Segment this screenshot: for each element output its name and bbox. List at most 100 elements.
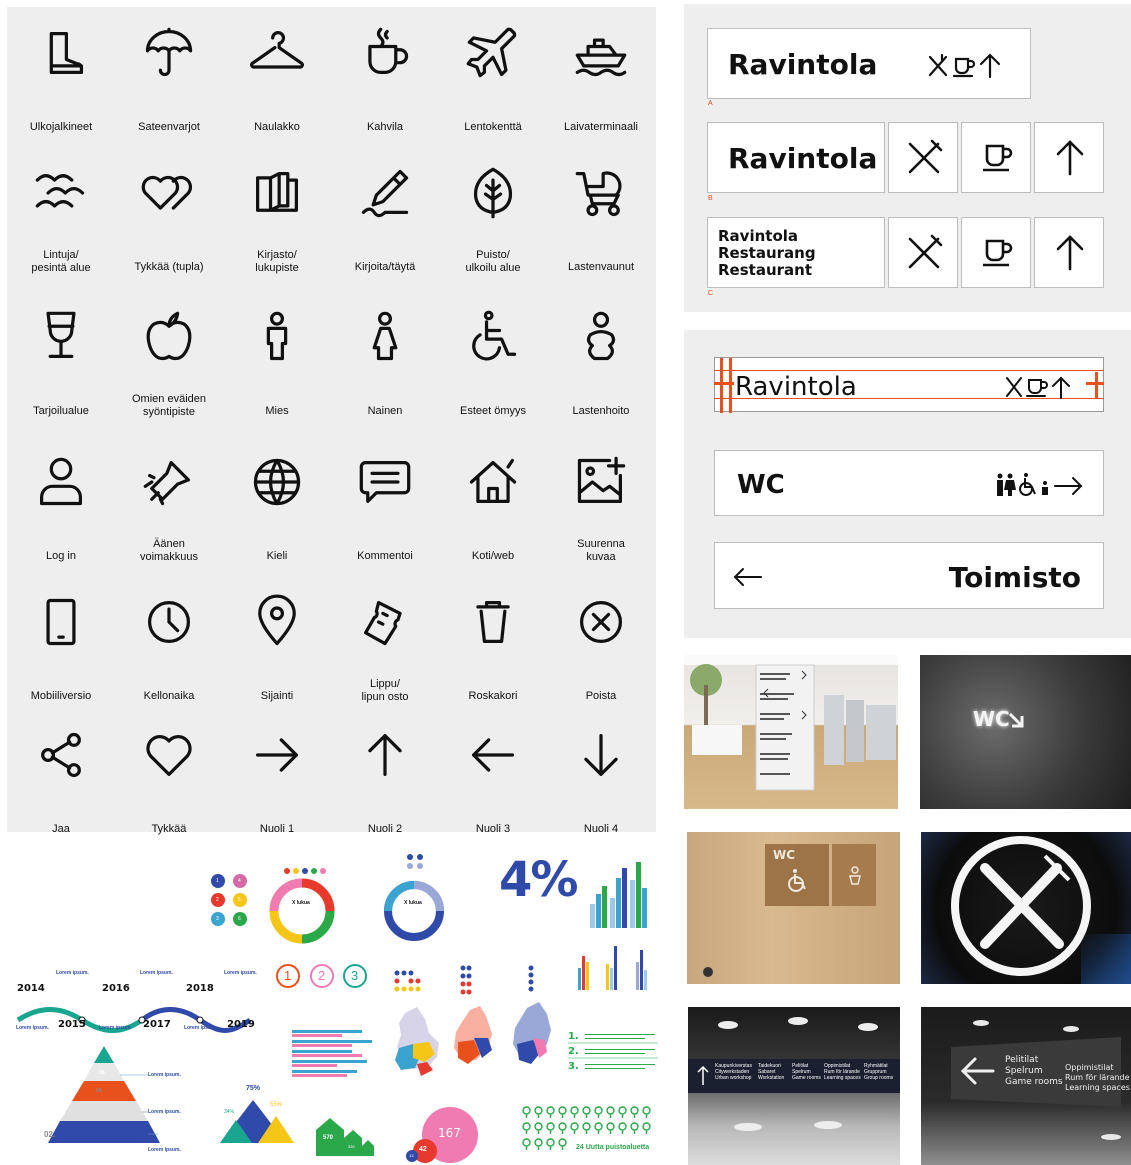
ref-letter-a: A [708,100,713,107]
man-icon [266,311,288,361]
grid-sign-pictograms-icon [1006,376,1070,399]
photo-hall-ceiling-sign: Kaupunkiverstas Citywerkstaden Urban wor… [688,1007,900,1165]
baby-icon [586,311,616,361]
icon-tile: Suurenna kuvaa [547,454,655,564]
megaphone-icon [143,461,190,506]
pyramid-note-1: Lorem ipsum. [148,1072,181,1078]
icon-label: Log in [46,550,76,562]
icon-tile: Jaa [7,727,115,836]
sign-variant-c: Ravintola Restaurang Restaurant [707,217,885,288]
stroller-icon [575,171,622,217]
icon-tile: Esteet ömyys [439,309,547,418]
boot-icon [49,31,84,74]
icon-label: Mies [265,405,289,417]
tree-icon [546,1105,555,1118]
number-6: 6 [238,916,241,922]
icon-label: Kahvila [366,121,404,133]
grid-sign: Ravintola [714,357,1104,413]
timeline-note-4: Lorem ipsum. [16,1025,49,1031]
pyramid-note-2: Lorem ipsum. [148,1109,181,1115]
icon-label: Kieli [266,550,288,562]
tree-icon [546,1137,555,1150]
icon-label: Kirjoita/täytä [354,261,416,273]
double-heart-icon [141,175,192,210]
pyramid-05: 05. [99,1070,106,1076]
icon-tile: Laivaterminaali [547,25,655,134]
year-2018: 2018 [186,983,214,994]
icon-label: Omien eväiden syöntipiste [132,393,206,418]
tree-icon [630,1105,639,1118]
tree-icon [582,1121,591,1134]
leaf-icon [473,167,513,219]
sign-variants-panel: Ravintola A Ravintola B Ravintola Restau… [684,4,1131,312]
photo-wc-wall: WC [920,655,1131,809]
close-circle-icon [580,601,622,643]
icon-tile: Poista [547,594,655,703]
icon-tile: Naulakko [223,25,331,134]
arrow-down-right-icon [1008,712,1024,728]
sign-c-line3: Restaurant [718,261,812,279]
wc-pictograms-icon [997,473,1083,496]
icon-label: Jaa [52,823,70,835]
number-3: 3 [216,916,219,922]
wc-sign-text: WC [737,470,785,500]
icon-label: Roskakori [468,690,518,702]
number-5: 5 [238,897,241,903]
timeline-note-2: Lorem ipsum. [140,970,173,976]
icon-tile: Nainen [331,309,439,418]
photo-wood-wc-sign: WC [687,832,900,984]
year-2014: 2014 [17,983,45,994]
icon-label: Mobiiliversio [30,690,92,702]
icon-tile: Kirjoita/täytä [331,165,439,274]
icon-label: Tykkää (tupla) [134,261,204,273]
tree-icon [570,1105,579,1118]
baby-icon [849,866,861,885]
tree-icon [606,1105,615,1118]
icon-label: Lentokenttä [464,121,522,133]
icon-tile: Tykkää [115,727,223,836]
tree-icon [558,1121,567,1134]
icon-tile: Sijainti [223,594,331,703]
icon-tile: Mies [223,309,331,418]
sign-b-text: Ravintola [728,142,878,175]
wheelchair-icon [788,869,806,892]
pyramid-01: 01. [30,1152,42,1161]
icon-tile: Kellonaika [115,594,223,703]
tree-icon [546,1121,555,1134]
house-value-570: 570 [323,1135,334,1141]
icon-label: Kellonaika [143,690,195,702]
icon-label: Esteet ömyys [459,405,527,417]
donut-1-label: X lukua [292,900,310,906]
tree-icon [522,1121,531,1134]
sign-variant-b: Ravintola [707,122,885,193]
clock-icon [148,601,190,643]
sign-b-coffee-tile [961,122,1031,193]
sign-c-arrow-tile [1034,217,1104,288]
number-2: 2 [216,897,219,903]
infographics-area: 1 4 2 5 3 6 X lukua X lukua 4% 1 2 3 201… [0,838,680,1165]
tree-icon [606,1121,615,1134]
tree-grid [522,1105,662,1160]
tree-icon [534,1105,543,1118]
pyramid-03: 03. [54,1108,66,1117]
year-2017: 2017 [143,1019,171,1030]
number-1: 1 [216,878,219,884]
icon-label: Suurenna kuvaa [577,538,625,563]
mountain-value-55: 55% [270,1102,283,1108]
timeline-note-6: Lorem ipsum. [184,1025,217,1031]
icon-tile: Nuoli 4 [547,727,655,836]
icon-label: Nainen [367,405,403,417]
globe-icon [253,458,301,506]
icon-tile: Koti/web [439,454,547,563]
photo-neon-cutlery [921,832,1131,984]
ref-letter-b: B [708,195,713,202]
pyramid-note-3: Lorem ipsum. [148,1147,181,1153]
tree-icon [618,1105,627,1118]
house-value-330: 330 [348,1144,355,1149]
icon-label: Äänen voimakkuus [139,538,199,563]
year-2019: 2019 [227,1019,255,1030]
sign-c-cutlery-tile [888,217,958,288]
tree-icon [642,1121,651,1134]
ticket-icon [364,601,402,646]
tree-icon [618,1121,627,1134]
